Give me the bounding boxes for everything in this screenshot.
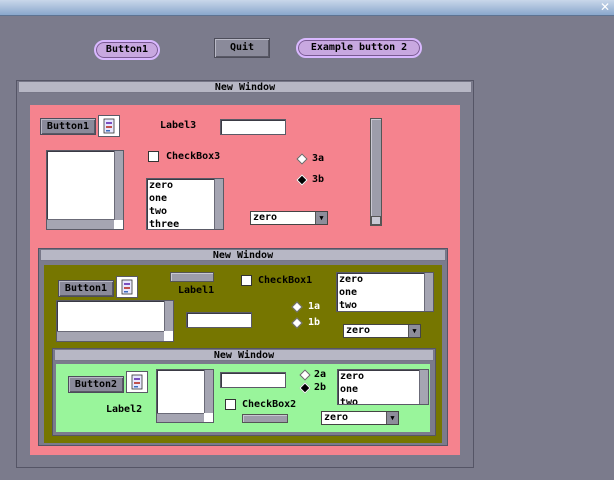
listbox-scrollbar[interactable] (424, 273, 433, 311)
button1-top[interactable]: Button1 (94, 40, 160, 60)
combo-olive[interactable]: zero ▼ (343, 324, 421, 338)
combo-value: zero (324, 412, 349, 423)
label3: Label3 (160, 120, 197, 131)
chevron-down-icon[interactable]: ▼ (408, 325, 420, 337)
vertical-scrollbar[interactable] (114, 151, 123, 220)
radio-1b-label: 1b (308, 317, 321, 328)
listbox-scrollbar[interactable] (214, 179, 223, 229)
window-title-1: New Window (18, 81, 472, 93)
list-item[interactable]: two (149, 205, 223, 218)
combo-green[interactable]: zero ▼ (321, 411, 399, 425)
text-area-pink[interactable] (46, 150, 124, 230)
combo-value: zero (346, 325, 371, 336)
list-item[interactable]: two (339, 299, 433, 312)
checkbox2-label: CheckBox2 (242, 399, 297, 410)
listbox-green[interactable]: zero one two (337, 369, 429, 405)
label1: Label1 (178, 285, 215, 296)
list-item[interactable]: one (340, 383, 428, 396)
horizontal-scrollbar[interactable] (47, 219, 114, 229)
horizontal-slider[interactable] (242, 414, 288, 423)
vertical-scrollbar[interactable] (204, 370, 213, 413)
checkbox3[interactable] (148, 151, 159, 162)
radio-1a-label: 1a (308, 301, 321, 312)
listbox-olive[interactable]: zero one two (336, 272, 434, 312)
combo-pink[interactable]: zero ▼ (250, 211, 328, 225)
text-input-green[interactable] (220, 372, 286, 388)
horizontal-scrollbar[interactable] (57, 331, 164, 341)
list-item[interactable]: one (149, 192, 223, 205)
chevron-down-icon[interactable]: ▼ (386, 412, 398, 424)
horizontal-scrollbar[interactable] (157, 413, 204, 422)
listbox-pink[interactable]: zero one two three (146, 178, 224, 230)
listbox-scrollbar[interactable] (419, 370, 428, 404)
close-icon[interactable]: ✕ (600, 0, 610, 14)
radio-2b-label: 2b (314, 382, 327, 393)
button1-pink[interactable]: Button1 (40, 118, 96, 135)
list-item[interactable]: zero (340, 370, 428, 383)
list-item[interactable]: two (340, 396, 428, 404)
window-title-3: New Window (54, 349, 434, 361)
checkbox1[interactable] (241, 275, 252, 286)
vertical-slider[interactable] (370, 118, 382, 226)
checkbox3-label: CheckBox3 (166, 151, 221, 162)
label2: Label2 (106, 404, 143, 415)
button2[interactable]: Button2 (68, 376, 124, 393)
example-button-2[interactable]: Example button 2 (296, 38, 422, 58)
slider-thumb[interactable] (371, 216, 381, 225)
window-title-2: New Window (40, 249, 446, 261)
button1-olive[interactable]: Button1 (58, 280, 114, 297)
list-item[interactable]: zero (339, 273, 433, 286)
document-icon[interactable] (126, 371, 148, 393)
document-icon[interactable] (116, 276, 138, 298)
radio-2a-label: 2a (314, 369, 327, 380)
list-item[interactable]: three (149, 218, 223, 231)
chevron-down-icon[interactable]: ▼ (315, 212, 327, 224)
horizontal-slider[interactable] (170, 272, 214, 282)
radio-3b-label: 3b (312, 174, 325, 185)
text-input-pink[interactable] (220, 119, 286, 135)
checkbox1-label: CheckBox1 (258, 275, 313, 286)
list-item[interactable]: one (339, 286, 433, 299)
title-bar: ✕ (0, 0, 614, 16)
vertical-scrollbar[interactable] (164, 301, 173, 331)
radio-3a-label: 3a (312, 153, 325, 164)
text-input-olive[interactable] (186, 312, 252, 328)
list-item[interactable]: zero (149, 179, 223, 192)
combo-value: zero (253, 212, 278, 223)
document-icon[interactable] (98, 115, 120, 137)
quit-button[interactable]: Quit (214, 38, 270, 58)
checkbox2[interactable] (225, 399, 236, 410)
